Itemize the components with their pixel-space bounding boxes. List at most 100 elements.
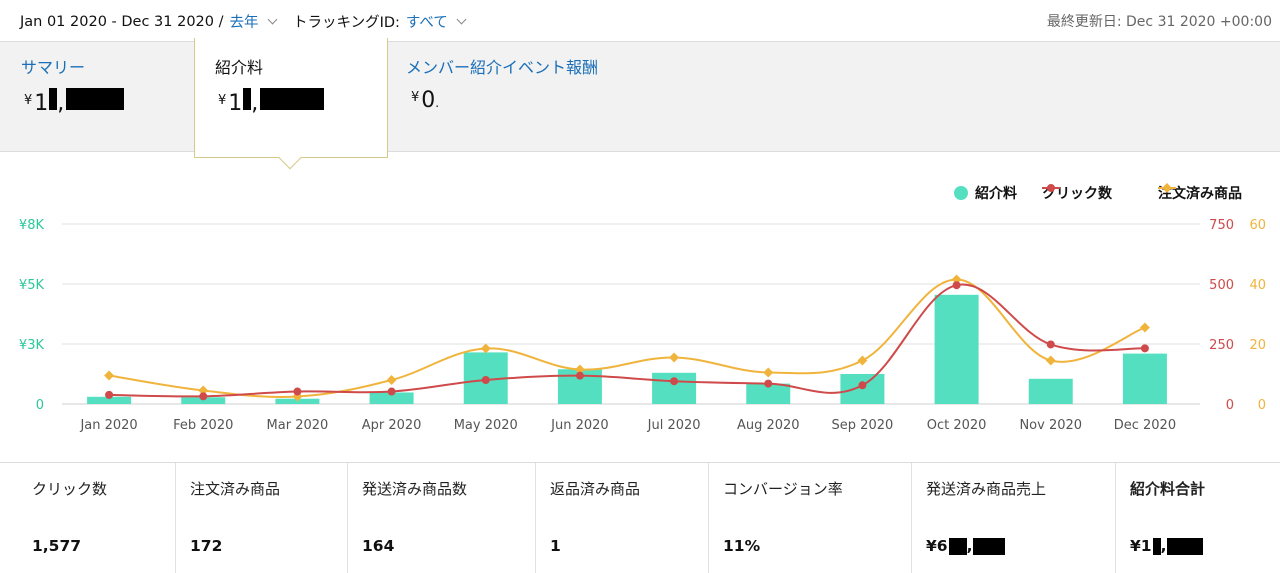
stat-shipped-label: 発送済み商品数 bbox=[362, 480, 468, 498]
point-clicks bbox=[387, 387, 396, 396]
currency-symbol: ¥ bbox=[24, 93, 33, 108]
x-tick-label: Dec 2020 bbox=[1114, 418, 1176, 433]
value-digit: 0 bbox=[421, 88, 436, 113]
y-right1-tick-label: 750 bbox=[1209, 218, 1234, 233]
last-updated-text: 最終更新日: Dec 31 2020 +00:00 bbox=[1046, 14, 1272, 30]
point-ordered bbox=[763, 367, 774, 378]
point-clicks bbox=[1046, 340, 1055, 349]
stat-returned: 返品済み商品 1 bbox=[536, 463, 709, 573]
redacted-block bbox=[948, 537, 967, 555]
redacted-block bbox=[243, 88, 252, 110]
stat-total-fees-label: 紹介料合計 bbox=[1130, 480, 1206, 498]
point-clicks bbox=[952, 281, 961, 290]
chart-svg: 0 0 0 ¥3K 250 20 ¥5K 500 40 ¥8K 750 60 Jan 2020 Feb 2… bbox=[19, 218, 1266, 433]
tab-member-referral-value: ¥ 0 . bbox=[411, 88, 439, 113]
bar-fees bbox=[934, 294, 979, 404]
x-tick-label: May 2020 bbox=[454, 418, 518, 433]
redacted-block bbox=[1152, 537, 1161, 555]
x-tick-label: Aug 2020 bbox=[737, 418, 800, 433]
stat-returned-value: 1 bbox=[550, 537, 561, 555]
point-clicks bbox=[105, 390, 114, 399]
point-ordered bbox=[669, 352, 680, 363]
value-digit: 1 bbox=[34, 91, 49, 116]
stat-conversion: コンバージョン率 11% bbox=[709, 463, 912, 573]
currency-symbol: ¥ bbox=[218, 93, 227, 108]
stat-shipped-value: 164 bbox=[362, 537, 395, 555]
point-clicks bbox=[858, 381, 867, 390]
redacted-block bbox=[260, 88, 325, 110]
y-left-tick-label: ¥8K bbox=[19, 218, 45, 233]
x-tick-label: Jun 2020 bbox=[550, 418, 609, 433]
stat-conversion-value: 11% bbox=[723, 537, 761, 555]
stats-row: クリック数 1,577 注文済み商品 172 発送済み商品数 164 返品済み商… bbox=[0, 462, 1280, 573]
stat-total-fees-prefix: ¥1 bbox=[1130, 537, 1152, 555]
x-tick-label: Jul 2020 bbox=[647, 418, 701, 433]
series-clicks-line bbox=[109, 283, 1145, 398]
point-clicks bbox=[670, 377, 679, 386]
x-tick-label: Apr 2020 bbox=[362, 418, 422, 433]
stat-conversion-label: コンバージョン率 bbox=[723, 480, 843, 498]
tab-referral-fees[interactable]: 紹介料 ¥ 1 , bbox=[194, 38, 388, 158]
stat-shipped-revenue: 発送済み商品売上 ¥6 , bbox=[912, 463, 1116, 573]
redacted-block bbox=[66, 88, 125, 110]
value-separator: . bbox=[435, 96, 440, 110]
x-tick-label: Sep 2020 bbox=[832, 418, 894, 433]
point-clicks bbox=[293, 387, 302, 396]
value-separator: , bbox=[57, 91, 65, 116]
stat-clicks-value: 1,577 bbox=[32, 537, 82, 555]
y-right2-tick-label: 40 bbox=[1249, 278, 1266, 293]
stat-shipped-revenue-label: 発送済み商品売上 bbox=[926, 480, 1047, 498]
x-tick-label: Oct 2020 bbox=[927, 418, 987, 433]
point-ordered bbox=[1139, 322, 1150, 333]
top-bar: Jan 01 2020 - Dec 31 2020 / 去年 トラッキングID:… bbox=[0, 0, 1280, 42]
stat-ordered: 注文済み商品 172 bbox=[176, 463, 348, 573]
summary-tabs: サマリー ¥ 1 , メンバー紹介イベント報酬 ¥ 0 . bbox=[0, 42, 1280, 152]
tab-member-referral-label[interactable]: メンバー紹介イベント報酬 bbox=[406, 54, 598, 78]
y-right2-tick-label: 20 bbox=[1249, 338, 1266, 353]
stat-clicks-label: クリック数 bbox=[32, 480, 108, 498]
chevron-down-icon[interactable] bbox=[456, 14, 467, 25]
tab-member-referral[interactable]: メンバー紹介イベント報酬 ¥ 0 . bbox=[406, 42, 666, 152]
date-range-selector[interactable]: Jan 01 2020 - Dec 31 2020 / 去年 bbox=[20, 11, 286, 32]
stat-clicks: クリック数 1,577 bbox=[18, 463, 176, 573]
stat-shipped: 発送済み商品数 164 bbox=[348, 463, 536, 573]
y-right2-tick-label: 0 bbox=[1258, 398, 1266, 413]
x-tick-label: Jan 2020 bbox=[79, 418, 137, 433]
point-ordered bbox=[1045, 355, 1056, 366]
tab-summary-label[interactable]: サマリー bbox=[21, 54, 85, 78]
point-clicks bbox=[481, 376, 490, 384]
point-clicks bbox=[764, 379, 773, 388]
point-clicks bbox=[575, 371, 584, 380]
tracking-id-value[interactable]: すべて bbox=[406, 11, 448, 32]
stat-shipped-revenue-prefix: ¥6 bbox=[926, 537, 948, 555]
stat-ordered-value: 172 bbox=[190, 537, 223, 555]
point-ordered bbox=[386, 375, 397, 385]
value-digit: 1 bbox=[228, 91, 243, 116]
x-tick-label: Mar 2020 bbox=[267, 418, 329, 433]
y-right1-tick-label: 250 bbox=[1209, 338, 1234, 353]
redacted-block bbox=[49, 88, 58, 110]
stat-ordered-label: 注文済み商品 bbox=[190, 480, 281, 498]
value-separator: , bbox=[966, 537, 973, 555]
chevron-down-icon[interactable] bbox=[267, 14, 277, 25]
tracking-id-label: トラッキングID: bbox=[293, 15, 400, 31]
point-ordered bbox=[480, 343, 491, 354]
point-ordered bbox=[104, 370, 115, 381]
tab-summary-value: ¥ 1 , bbox=[24, 88, 125, 116]
tracking-id-selector[interactable]: トラッキングID: すべて bbox=[293, 11, 475, 32]
redacted-block bbox=[973, 537, 1006, 555]
date-range-text: Jan 01 2020 - Dec 31 2020 / bbox=[20, 13, 224, 30]
x-tick-label: Nov 2020 bbox=[1019, 418, 1082, 433]
y-right2-tick-label: 60 bbox=[1249, 218, 1266, 233]
series-ordered-line bbox=[108, 278, 1146, 398]
point-clicks bbox=[1140, 344, 1149, 353]
performance-chart: 紹介料 クリック数 注文済み商品 0 0 0 ¥3K 250 20 ¥5K 500 40 ¥8K 7… bbox=[0, 152, 1280, 462]
date-preset-link[interactable]: 去年 bbox=[230, 11, 259, 32]
x-tick-label: Feb 2020 bbox=[173, 418, 233, 433]
tab-summary[interactable]: サマリー ¥ 1 , bbox=[0, 42, 194, 152]
stat-total-fees: 紹介料合計 ¥1 , bbox=[1116, 463, 1280, 573]
y-right1-tick-label: 500 bbox=[1209, 278, 1234, 293]
bar-fees bbox=[1122, 353, 1167, 404]
tab-referral-fees-label: 紹介料 bbox=[215, 58, 264, 77]
point-ordered bbox=[857, 355, 868, 366]
